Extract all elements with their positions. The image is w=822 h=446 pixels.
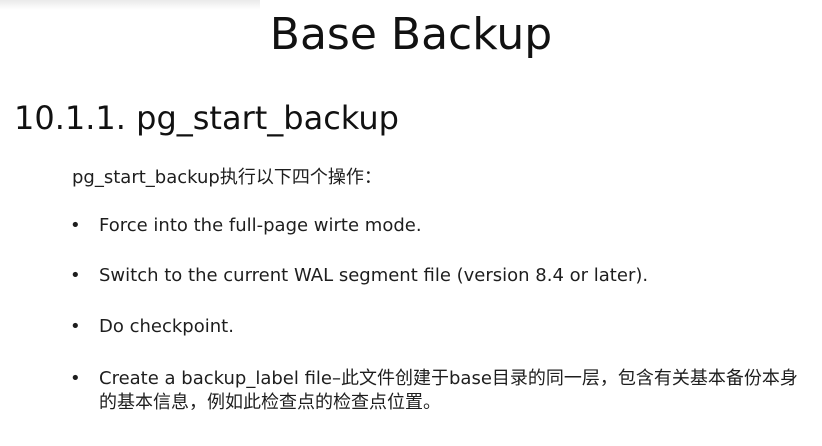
bullet-text: Create a backup_label file–此文件创建于base目录的…	[99, 368, 798, 413]
bullet-text: Force into the full-page wirte mode.	[99, 215, 422, 236]
bullet-marker: •	[70, 368, 81, 389]
bullet-marker: •	[70, 215, 81, 236]
bullet-text: Switch to the current WAL segment file (…	[99, 265, 649, 286]
section-heading: 10.1.1. pg_start_backup	[14, 99, 399, 137]
bullet-marker: •	[70, 265, 81, 286]
slide-title: Base Backup	[269, 9, 553, 60]
list-item: • Do checkpoint.	[70, 315, 815, 339]
list-item: • Force into the full-page wirte mode.	[70, 214, 815, 238]
bullet-text: Do checkpoint.	[99, 316, 234, 337]
intro-text: pg_start_backup执行以下四个操作：	[72, 167, 382, 188]
list-item: • Create a backup_label file–此文件创建于base目…	[70, 367, 815, 415]
bullet-marker: •	[70, 316, 81, 337]
list-item: • Switch to the current WAL segment file…	[70, 264, 815, 288]
